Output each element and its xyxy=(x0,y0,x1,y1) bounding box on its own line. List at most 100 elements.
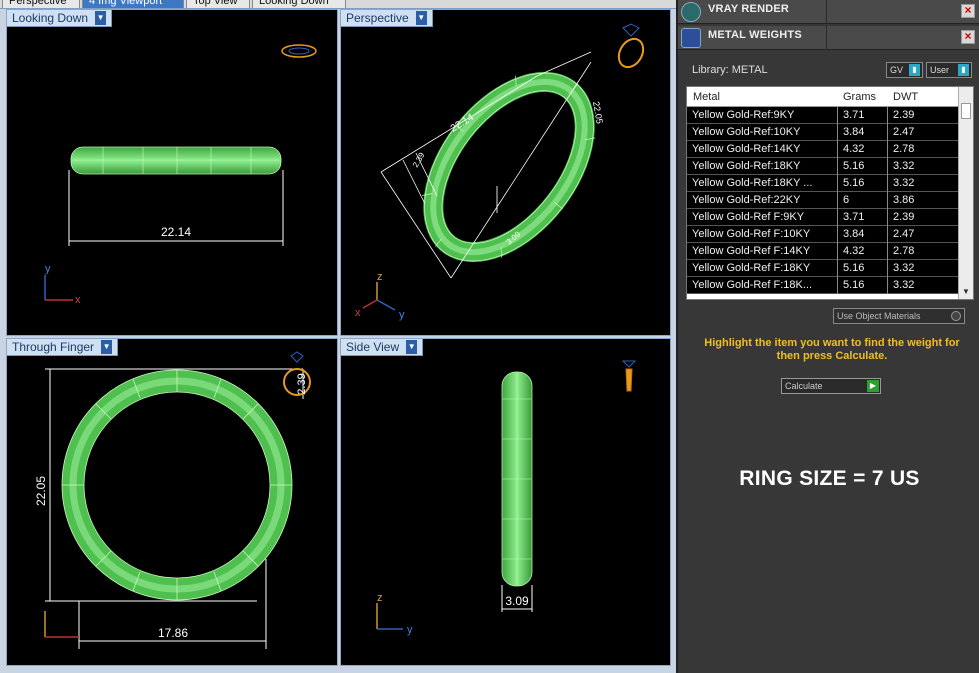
cell-dwt: 2.47 xyxy=(893,126,915,138)
column-separator xyxy=(887,141,888,158)
cell-grams: 5.16 xyxy=(843,262,865,274)
chevron-down-icon[interactable]: ▼ xyxy=(101,340,113,354)
axis-y-label: y xyxy=(407,624,413,636)
column-separator xyxy=(887,209,888,226)
column-header-grams[interactable]: Grams xyxy=(843,91,876,103)
table-row[interactable]: Yellow Gold-Ref:22KY 6 3.86 xyxy=(687,192,959,209)
ring-front-view-shape xyxy=(61,369,293,601)
ring-thumbnail-icon xyxy=(621,360,637,392)
dimension-label: 2.39 xyxy=(411,151,427,169)
cell-metal: Yellow Gold-Ref F:18KY xyxy=(692,262,811,274)
axis-gizmo: z y xyxy=(376,592,413,636)
close-icon[interactable]: × xyxy=(961,4,975,18)
axis-z-label: z xyxy=(377,592,383,604)
viewport-tab-strip: Perspective 4 Img Viewport Top View Look… xyxy=(0,0,676,9)
dimension-label: 3.09 xyxy=(505,594,529,608)
chevron-down-icon: ▮ xyxy=(958,64,969,76)
gv-dropdown[interactable]: GV ▮ xyxy=(886,62,923,78)
cell-metal: Yellow Gold-Ref F:10KY xyxy=(692,228,811,240)
viewport-through-finger[interactable]: 22.05 17.86 2.39 Through Finger ▼ xyxy=(6,338,338,666)
dimension-label: 22.14 xyxy=(161,225,191,239)
column-separator xyxy=(837,192,838,209)
column-separator xyxy=(887,107,888,124)
axis-y-label: y xyxy=(45,263,51,275)
axis-z-label: z xyxy=(377,271,383,283)
cell-metal: Yellow Gold-Ref F:18K... xyxy=(692,279,813,291)
viewport-side-view[interactable]: 3.09 z y Side View ▼ xyxy=(340,338,671,666)
axis-x-label: x xyxy=(75,294,81,306)
chevron-down-icon[interactable]: ▼ xyxy=(95,11,107,25)
library-label: Library: METAL xyxy=(692,64,768,76)
table-row[interactable]: Yellow Gold-Ref:18KY ... 5.16 3.32 xyxy=(687,175,959,192)
table-row[interactable]: Yellow Gold-Ref:18KY 5.16 3.32 xyxy=(687,158,959,175)
column-separator xyxy=(837,158,838,175)
viewport-label-side-view[interactable]: Side View ▼ xyxy=(341,339,424,356)
column-separator xyxy=(887,158,888,175)
column-header-dwt[interactable]: DWT xyxy=(893,91,918,103)
column-separator xyxy=(887,175,888,192)
axis-gizmo: z x y xyxy=(355,271,405,321)
dimension-label-height: 22.05 xyxy=(34,476,48,506)
rollout-metal-weights[interactable]: METAL WEIGHTS × xyxy=(678,26,979,50)
close-icon[interactable]: × xyxy=(961,30,975,44)
through-finger-canvas: 22.05 17.86 2.39 xyxy=(34,351,311,649)
table-row[interactable]: Yellow Gold-Ref:14KY 4.32 2.78 xyxy=(687,141,959,158)
tab-top-view[interactable]: Top View xyxy=(186,0,250,8)
column-separator xyxy=(887,192,888,209)
cell-grams: 5.16 xyxy=(843,177,865,189)
scrollbar-thumb[interactable] xyxy=(961,103,971,119)
calculate-label: Calculate xyxy=(785,381,823,391)
cell-dwt: 3.32 xyxy=(893,160,915,172)
side-view-canvas: 3.09 z y xyxy=(376,360,637,636)
dropdown-value: GV xyxy=(890,65,904,75)
column-separator xyxy=(887,243,888,260)
calculate-button[interactable]: Calculate ▶ xyxy=(781,378,881,394)
looking-down-canvas: 22.14 y x xyxy=(44,44,317,306)
instruction-text: Highlight the item you want to find the … xyxy=(704,337,960,362)
table-row[interactable]: Yellow Gold-Ref:9KY 3.71 2.39 xyxy=(687,107,959,124)
table-row[interactable]: Yellow Gold-Ref F:14KY 4.32 2.78 xyxy=(687,243,959,260)
table-row[interactable]: Yellow Gold-Ref F:10KY 3.84 2.47 xyxy=(687,226,959,243)
cell-dwt: 2.39 xyxy=(893,109,915,121)
rollout-vray-render[interactable]: VRAY RENDER × xyxy=(678,0,979,24)
column-header-metal[interactable]: Metal xyxy=(693,91,720,103)
table-row[interactable]: Yellow Gold-Ref:10KY 3.84 2.47 xyxy=(687,124,959,141)
viewport-label-text: Through Finger xyxy=(12,340,95,354)
table-scrollbar[interactable]: ▼ xyxy=(958,87,973,299)
viewport-perspective[interactable]: 22.14 22.05 2.39 3.09 z x y Perspective … xyxy=(340,9,671,336)
tab-looking-down[interactable]: Looking Down xyxy=(252,0,346,8)
viewport-label-text: Side View xyxy=(346,340,400,354)
cell-dwt: 3.32 xyxy=(893,279,915,291)
cell-dwt: 2.78 xyxy=(893,143,915,155)
table-row[interactable]: Yellow Gold-Ref F:9KY 3.71 2.39 xyxy=(687,209,959,226)
use-object-materials-option[interactable]: Use Object Materials xyxy=(833,308,965,324)
rollout-divider xyxy=(826,0,827,24)
app-window: Perspective 4 Img Viewport Top View Look… xyxy=(0,0,979,673)
cell-grams: 3.71 xyxy=(843,211,865,223)
table-row[interactable]: Yellow Gold-Ref F:18K... 5.16 3.32 xyxy=(687,277,959,294)
radio-button[interactable] xyxy=(951,311,961,321)
table-row[interactable]: Yellow Gold-Ref F:18KY 5.16 3.32 xyxy=(687,260,959,277)
viewport-grid: 22.14 y x Looking Down ▼ 22.14 22.05 2.3… xyxy=(0,9,676,673)
chevron-down-icon[interactable]: ▼ xyxy=(415,11,427,25)
viewport-looking-down[interactable]: 22.14 y x Looking Down ▼ xyxy=(6,9,338,336)
option-label: Use Object Materials xyxy=(837,311,921,321)
column-separator xyxy=(887,124,888,141)
cell-metal: Yellow Gold-Ref F:9KY xyxy=(692,211,805,223)
ring-side-view-shape xyxy=(501,371,533,587)
metal-weights-panel: VRAY RENDER × METAL WEIGHTS × Library: M… xyxy=(676,0,979,673)
rollout-title: METAL WEIGHTS xyxy=(708,29,802,41)
metal-table[interactable]: Metal Grams DWT Yellow Gold-Ref:9KY 3.71 2… xyxy=(686,86,974,300)
viewport-label-looking-down[interactable]: Looking Down ▼ xyxy=(7,10,113,27)
tab-perspective[interactable]: Perspective xyxy=(2,0,80,8)
table-body: Yellow Gold-Ref:9KY 3.71 2.39 Yellow Gold-R… xyxy=(687,107,959,294)
viewport-label-through-finger[interactable]: Through Finger ▼ xyxy=(7,339,119,356)
viewport-label-perspective[interactable]: Perspective ▼ xyxy=(341,10,433,27)
scroll-down-arrow-icon[interactable]: ▼ xyxy=(959,287,973,299)
axis-y-label: y xyxy=(399,309,405,321)
column-separator xyxy=(887,260,888,277)
axis-x-label: x xyxy=(355,307,361,319)
tab-4-img-viewport[interactable]: 4 Img Viewport xyxy=(82,0,184,8)
user-dropdown[interactable]: User ▮ xyxy=(926,62,972,78)
chevron-down-icon[interactable]: ▼ xyxy=(406,340,418,354)
